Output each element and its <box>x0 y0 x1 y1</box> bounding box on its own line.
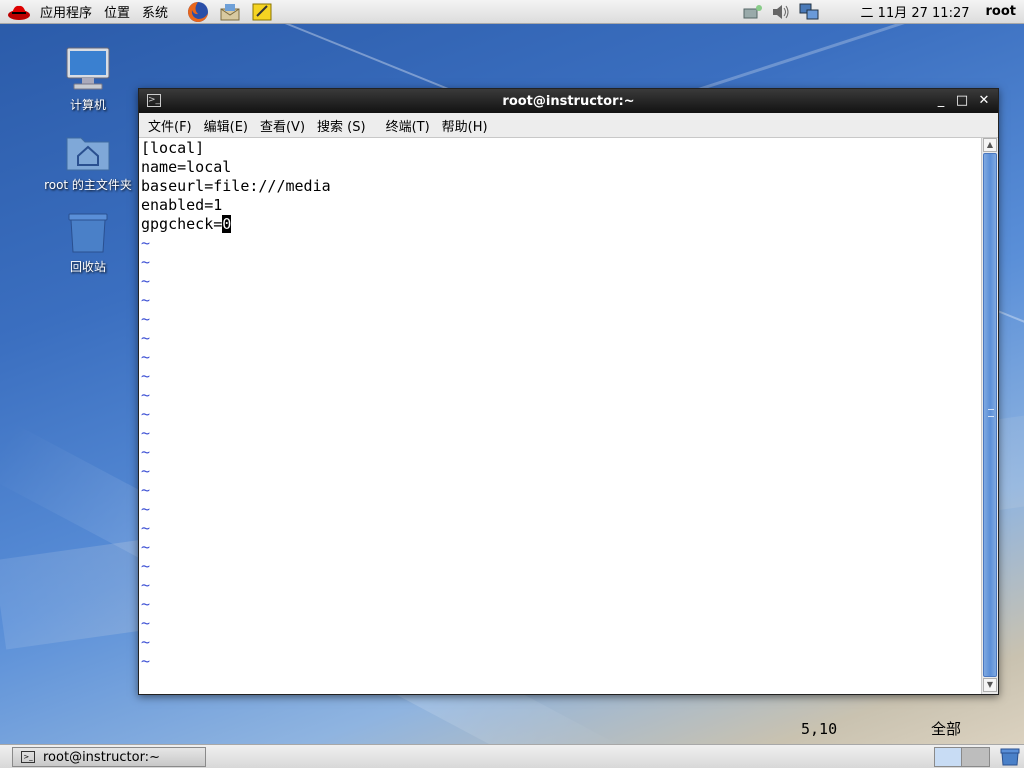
text-line-content: gpgcheck= <box>141 215 223 233</box>
scroll-down-arrow-icon[interactable]: ▼ <box>983 678 997 692</box>
tilde-line: ~ <box>141 386 151 404</box>
vim-status-line: 5,10 全部 <box>139 720 981 739</box>
redhat-logo-icon[interactable] <box>6 2 32 22</box>
bottom-panel: >_ root@instructor:~ <box>0 744 1024 768</box>
desktop-label-home: root 的主文件夹 <box>44 178 132 192</box>
text-editor-icon[interactable] <box>250 1 274 23</box>
scroll-range: 全部 <box>931 720 962 738</box>
text-line: gpgcheck=0 <box>141 215 981 234</box>
tilde-line: ~ <box>141 329 151 347</box>
tilde-line: ~ <box>141 614 151 632</box>
scroll-up-arrow-icon[interactable]: ▲ <box>983 138 997 152</box>
terminal-window[interactable]: >_ root@instructor:~ _ □ ✕ 文件(F) 编辑(E) 查… <box>138 88 999 738</box>
panel-trash-icon[interactable] <box>1000 748 1020 766</box>
network-manager-icon[interactable] <box>798 2 820 22</box>
tilde-line: ~ <box>141 481 151 499</box>
tilde-line: ~ <box>141 538 151 556</box>
window-title: root@instructor:~ <box>502 93 635 109</box>
tilde-line: ~ <box>141 253 151 271</box>
vertical-scrollbar[interactable]: ▲ ▼ <box>981 138 998 694</box>
desktop-label-computer: 计算机 <box>69 98 106 112</box>
tilde-line: ~ <box>141 557 151 575</box>
tilde-line: ~ <box>141 462 151 480</box>
network-tray-icon[interactable] <box>742 2 764 22</box>
computer-icon <box>66 47 110 90</box>
terminal-menu-bar: 文件(F) 编辑(E) 查看(V) 搜索 (S) 终端(T) 帮助(H) <box>139 113 998 138</box>
workspace-1[interactable] <box>935 748 963 766</box>
terminal-text-area[interactable]: [local] name=local baseurl=file:///media… <box>139 138 981 738</box>
menu-terminal[interactable]: 终端(T) <box>381 116 435 135</box>
tilde-line: ~ <box>141 310 151 328</box>
tilde-line: ~ <box>141 348 151 366</box>
menu-places[interactable]: 位置 <box>98 2 136 21</box>
desktop-icon-trash[interactable]: 回收站 <box>38 210 138 275</box>
text-line: baseurl=file:///media <box>141 177 331 195</box>
home-folder-icon <box>66 137 110 171</box>
tilde-line: ~ <box>141 272 151 290</box>
tilde-line: ~ <box>141 234 151 252</box>
tilde-line: ~ <box>141 519 151 537</box>
user-name[interactable]: root <box>986 4 1017 19</box>
menu-help[interactable]: 帮助(H) <box>437 116 493 135</box>
tilde-line: ~ <box>141 367 151 385</box>
top-panel: 应用程序 位置 系统 二 11月 27 11:27 root <box>0 0 1024 24</box>
mail-client-icon[interactable] <box>218 1 242 23</box>
taskbar-terminal-button[interactable]: >_ root@instructor:~ <box>12 747 206 767</box>
tilde-line: ~ <box>141 633 151 651</box>
scroll-thumb[interactable] <box>983 153 997 677</box>
maximize-button[interactable]: □ <box>953 92 971 110</box>
tilde-line: ~ <box>141 595 151 613</box>
desktop-icon-home[interactable]: root 的主文件夹 <box>38 132 138 193</box>
menu-file[interactable]: 文件(F) <box>143 116 197 135</box>
menu-applications[interactable]: 应用程序 <box>34 2 98 21</box>
menu-search[interactable]: 搜索 (S) <box>312 116 371 135</box>
tilde-line: ~ <box>141 424 151 442</box>
text-line: name=local <box>141 158 232 176</box>
workspace-2[interactable] <box>962 748 989 766</box>
firefox-icon[interactable] <box>186 1 210 23</box>
cursor-position: 5,10 <box>801 720 838 738</box>
scroll-grip-icon <box>988 409 994 417</box>
desktop-label-trash: 回收站 <box>69 260 106 274</box>
clock[interactable]: 二 11月 27 11:27 <box>861 2 970 21</box>
text-line: [local] <box>141 139 205 157</box>
text-cursor: 0 <box>222 215 232 233</box>
tilde-line: ~ <box>141 576 151 594</box>
terminal-task-icon: >_ <box>21 751 35 763</box>
close-button[interactable]: ✕ <box>975 92 993 110</box>
tilde-line: ~ <box>141 405 151 423</box>
menu-edit[interactable]: 编辑(E) <box>199 116 253 135</box>
tilde-line: ~ <box>141 652 151 670</box>
window-title-bar[interactable]: >_ root@instructor:~ _ □ ✕ <box>139 89 998 113</box>
taskbar-button-label: root@instructor:~ <box>43 749 160 765</box>
minimize-button[interactable]: _ <box>932 92 950 110</box>
workspace-switcher[interactable] <box>934 747 990 767</box>
text-line: enabled=1 <box>141 196 223 214</box>
tilde-line: ~ <box>141 500 151 518</box>
trash-icon <box>68 213 108 253</box>
menu-system[interactable]: 系统 <box>136 2 174 21</box>
volume-icon[interactable] <box>770 2 792 22</box>
desktop-icon-computer[interactable]: 计算机 <box>38 46 138 113</box>
tilde-lines: ~ ~ ~ ~ ~ ~ ~ ~ ~ ~ ~ ~ ~ ~ ~ ~ ~ ~ ~ ~ ~ ~ ~ <box>141 234 981 671</box>
tilde-line: ~ <box>141 291 151 309</box>
menu-view[interactable]: 查看(V) <box>255 116 310 135</box>
tilde-line: ~ <box>141 443 151 461</box>
